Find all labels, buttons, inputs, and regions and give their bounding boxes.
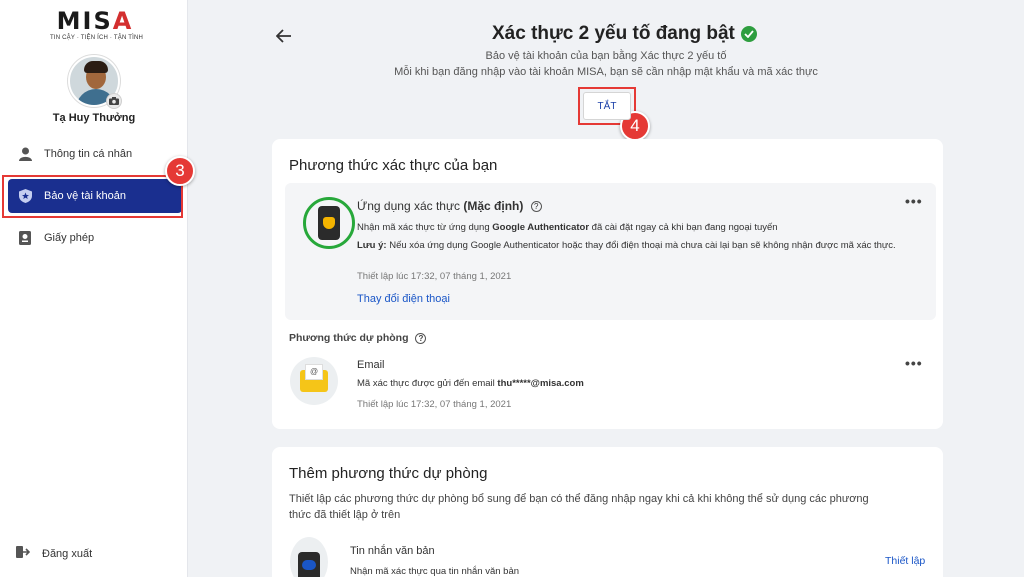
turn-off-button[interactable]: TẮT	[583, 92, 631, 120]
backup-method-title: Phương thức dự phòng ?	[289, 332, 427, 344]
sidebar-item-label: Giấy phép	[44, 232, 95, 244]
add-backup-description: Thiết lập các phương thức dự phòng bổ su…	[289, 493, 869, 521]
primary-setup-time: Thiết lập lúc 17:32, 07 tháng 1, 2021	[357, 271, 512, 282]
subtitle-line-1: Bảo vệ tài khoản của bạn bằng Xác thực 2…	[485, 50, 727, 62]
sidebar: MISA TIN CẬY · TIỆN ÍCH · TẬN TÌNH Tạ Hu…	[0, 0, 188, 577]
logout-label: Đăng xuất	[42, 547, 93, 560]
user-name: Tạ Huy Thưởng	[52, 112, 136, 124]
masked-email: thu*****@misa.com	[497, 378, 584, 389]
sidebar-item-label: Thông tin cá nhân	[44, 148, 133, 160]
back-arrow-icon[interactable]	[274, 26, 294, 46]
page-title-text: Xác thực 2 yếu tố đang bật	[492, 23, 735, 44]
sms-phone-icon	[290, 537, 328, 577]
sms-method-name: Tin nhắn văn bản	[350, 545, 435, 557]
license-icon	[18, 231, 32, 245]
sidebar-item-personal-info[interactable]: Thông tin cá nhân	[8, 137, 182, 171]
primary-method-note: Lưu ý: Nếu xóa ứng dụng Google Authentic…	[357, 240, 896, 251]
backup-method-email: @ Email Mã xác thực được gửi đến email t…	[272, 355, 943, 417]
logout-button[interactable]: Đăng xuất	[16, 545, 92, 562]
card-title: Thêm phương thức dự phòng	[289, 465, 488, 482]
primary-method: Ứng dụng xác thực (Mặc định) ? Nhận mã x…	[285, 183, 936, 320]
person-icon	[18, 147, 32, 161]
default-tag: (Mặc định)	[463, 199, 524, 213]
sidebar-item-license[interactable]: Giấy phép	[8, 221, 182, 255]
camera-icon[interactable]	[106, 93, 122, 109]
step-3-marker: 3	[165, 156, 195, 186]
logo-tagline: TIN CẬY · TIỆN ÍCH · TẬN TÌNH	[50, 35, 144, 41]
help-icon[interactable]: ?	[530, 201, 542, 213]
setup-link[interactable]: Thiết lập	[885, 555, 925, 567]
primary-method-description: Nhận mã xác thực từ ứng dụng Google Auth…	[357, 222, 778, 233]
highlight-box-step-3	[2, 175, 183, 218]
check-icon	[740, 26, 757, 42]
logo-text: MISA	[56, 7, 134, 35]
card-title: Phương thức xác thực của bạn	[289, 157, 498, 174]
auth-methods-card: Phương thức xác thực của bạn Ứng dụng xá…	[272, 139, 943, 429]
more-options-icon[interactable]: •••	[905, 355, 923, 371]
backup-method-description: Mã xác thực được gửi đến email thu*****@…	[357, 378, 584, 389]
change-phone-link[interactable]: Thay đổi điện thoại	[357, 293, 450, 305]
email-envelope-icon: @	[290, 357, 338, 405]
logout-icon	[16, 545, 31, 562]
help-icon[interactable]: ?	[415, 332, 427, 344]
misa-logo: MISA TIN CẬY · TIỆN ÍCH · TẬN TÌNH	[50, 7, 144, 41]
add-backup-card: Thêm phương thức dự phòng Thiết lập các …	[272, 447, 943, 577]
sms-method-description: Nhận mã xác thực qua tin nhắn văn bản	[350, 566, 520, 577]
authenticator-app-icon	[303, 197, 355, 249]
subtitle-line-2: Mỗi khi bạn đăng nhập vào tài khoản MISA…	[394, 66, 818, 78]
backup-setup-time: Thiết lập lúc 17:32, 07 tháng 1, 2021	[357, 399, 512, 410]
primary-method-title: Ứng dụng xác thực (Mặc định) ?	[357, 199, 542, 213]
more-options-icon[interactable]: •••	[905, 193, 923, 209]
backup-method-name: Email	[357, 359, 385, 371]
page-title: Xác thực 2 yếu tố đang bật	[492, 23, 757, 45]
